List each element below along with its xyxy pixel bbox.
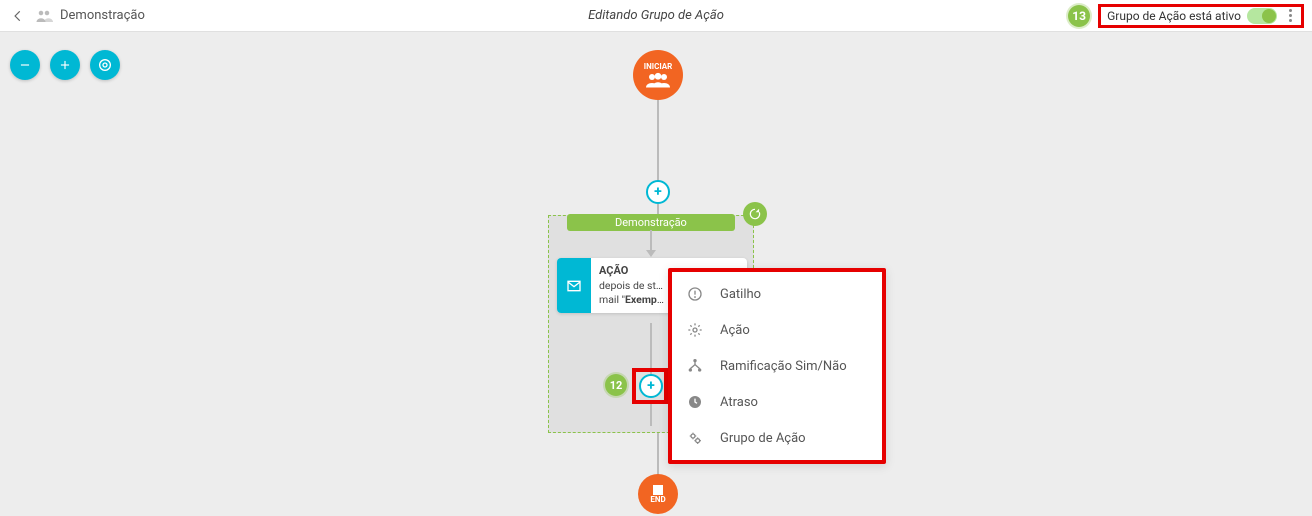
connector-line (657, 100, 659, 182)
start-node[interactable]: INICIAR (633, 50, 683, 100)
more-menu-button[interactable] (1283, 9, 1297, 22)
menu-item-label: Grupo de Ação (720, 431, 806, 446)
back-button[interactable] (8, 6, 28, 26)
gears-icon (686, 430, 704, 446)
group-icon (34, 6, 54, 26)
menu-item-action[interactable]: Ação (672, 312, 882, 348)
active-toggle-label: Grupo de Ação está ativo (1107, 9, 1241, 23)
annotation-badge-13: 13 (1068, 5, 1090, 27)
start-node-label: INICIAR (644, 62, 672, 71)
end-node[interactable]: END (638, 474, 678, 514)
menu-item-label: Ramificação Sim/Não (720, 359, 847, 374)
action-card-text: AÇÃO depois de st… mail "Exemp… (591, 258, 672, 313)
menu-item-trigger[interactable]: Gatilho (672, 276, 882, 312)
active-toggle[interactable] (1247, 8, 1277, 24)
add-step-button[interactable]: + (646, 180, 670, 204)
gear-icon (686, 322, 704, 338)
canvas-controls (10, 50, 120, 80)
menu-item-label: Gatilho (720, 287, 761, 302)
menu-item-branch[interactable]: Ramificação Sim/Não (672, 348, 882, 384)
header-title-center: Editando Grupo de Ação (588, 8, 724, 23)
people-icon (646, 71, 670, 89)
menu-item-label: Atraso (720, 395, 758, 410)
end-node-label: END (650, 495, 665, 504)
menu-item-delay[interactable]: Atraso (672, 384, 882, 420)
group-title: Demonstração (567, 214, 735, 231)
action-card-heading: AÇÃO (599, 264, 664, 279)
menu-item-action-group[interactable]: Grupo de Ação (672, 420, 882, 456)
refresh-group-button[interactable] (743, 202, 767, 226)
clock-icon (686, 394, 704, 410)
branch-icon (686, 358, 704, 374)
mail-icon (557, 258, 591, 313)
annotation-badge-12: 12 (605, 374, 627, 396)
menu-item-label: Ação (720, 323, 750, 338)
action-card-line1: depois de st… (599, 279, 664, 293)
center-button[interactable] (90, 50, 120, 80)
annotation-highlight (632, 368, 668, 404)
top-bar: Demonstração Editando Grupo de Ação 13 G… (0, 0, 1312, 32)
stop-icon (653, 485, 663, 495)
header-title-left: Demonstração (60, 8, 145, 23)
add-step-menu: Gatilho Ação Ramificação Sim/Não Atraso … (668, 268, 886, 464)
active-toggle-block: Grupo de Ação está ativo (1098, 4, 1304, 28)
zoom-out-button[interactable] (10, 50, 40, 80)
alert-icon (686, 286, 704, 302)
arrowhead-icon (646, 250, 656, 257)
add-button[interactable] (50, 50, 80, 80)
action-card-line2: mail "Exemp… (599, 293, 664, 307)
